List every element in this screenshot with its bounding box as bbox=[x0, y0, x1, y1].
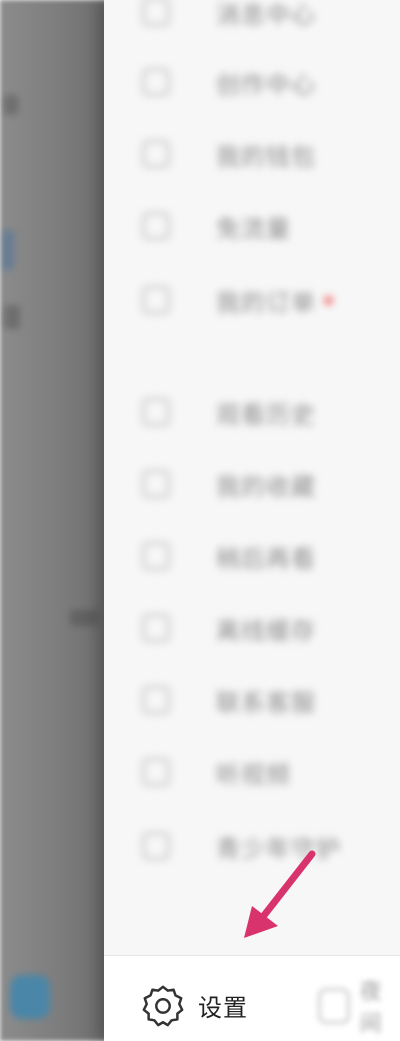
menu-item-icon bbox=[142, 212, 170, 240]
settings-button[interactable]: 设置 bbox=[140, 982, 248, 1028]
menu-item-icon bbox=[142, 542, 170, 570]
menu-item-icon bbox=[142, 832, 170, 860]
menu-item-icon bbox=[142, 470, 170, 498]
menu-item-icon bbox=[142, 140, 170, 168]
menu-item-label: 免流量 bbox=[216, 214, 291, 243]
menu-item-icon bbox=[142, 0, 170, 26]
menu-item[interactable]: 观看历史 bbox=[142, 392, 316, 432]
background-blurred-mark bbox=[4, 305, 20, 329]
menu-item-icon bbox=[142, 68, 170, 96]
night-mode-button[interactable]: 夜间 bbox=[318, 980, 400, 1037]
menu-item[interactable]: 离线缓存 bbox=[142, 608, 316, 648]
drawer-bottom-bar: 设置 夜间 bbox=[104, 955, 400, 1041]
menu-item-icon bbox=[142, 614, 170, 642]
menu-item[interactable]: 免流量 bbox=[142, 206, 291, 246]
background-blurred-mark bbox=[4, 95, 18, 115]
menu-item-label: 观看历史 bbox=[216, 400, 316, 429]
menu-item[interactable]: 我的订单 bbox=[142, 280, 333, 320]
background-blurred-mark bbox=[70, 610, 98, 626]
menu-item[interactable]: 我的钱包 bbox=[142, 134, 316, 174]
menu-item-label: 稍后再看 bbox=[216, 544, 316, 573]
background-blurred-mark bbox=[2, 230, 14, 270]
menu-item[interactable]: 稍后再看 bbox=[142, 536, 316, 576]
dimmed-background-app[interactable] bbox=[0, 0, 108, 1041]
menu-item-icon bbox=[142, 758, 170, 786]
menu-item-label: 离线缓存 bbox=[216, 616, 316, 645]
night-mode-icon bbox=[318, 988, 350, 1024]
menu-item-label: 我的钱包 bbox=[216, 142, 316, 171]
screen: 消息中心 创作中心 我的钱包 免流量 我的订单 观看历史 我的收藏 稍后再看 离… bbox=[0, 0, 400, 1041]
menu-item-label: 我的订单 bbox=[216, 288, 316, 317]
menu-item-label: 听视频 bbox=[216, 760, 291, 789]
night-mode-label: 夜间 bbox=[359, 980, 382, 1037]
menu-item-icon bbox=[142, 686, 170, 714]
menu-item[interactable]: 消息中心 bbox=[142, 0, 316, 32]
annotation-arrow-icon bbox=[244, 850, 316, 938]
notification-dot bbox=[324, 295, 333, 305]
menu-item-label: 消息中心 bbox=[216, 0, 316, 29]
background-avatar bbox=[10, 975, 50, 1019]
menu-item-icon bbox=[142, 398, 170, 426]
menu-item[interactable]: 听视频 bbox=[142, 752, 291, 792]
menu-item-label: 创作中心 bbox=[216, 70, 316, 99]
menu-item[interactable]: 创作中心 bbox=[142, 62, 316, 102]
menu-item-label: 联系客服 bbox=[216, 688, 316, 717]
menu-item[interactable]: 我的收藏 bbox=[142, 464, 316, 504]
menu-item-icon bbox=[142, 286, 170, 314]
menu-item[interactable]: 联系客服 bbox=[142, 680, 316, 720]
gear-icon bbox=[142, 985, 184, 1027]
menu-item-label: 我的收藏 bbox=[216, 472, 316, 501]
settings-label: 设置 bbox=[198, 993, 248, 1022]
